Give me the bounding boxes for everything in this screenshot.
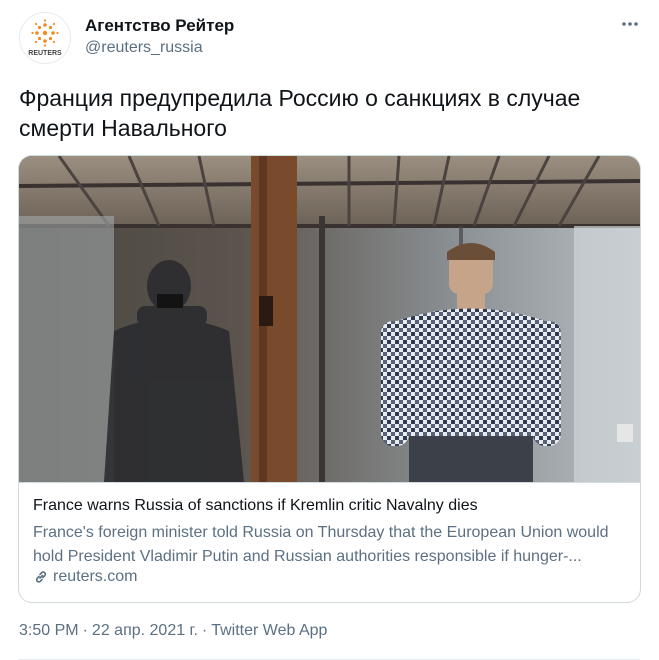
avatar[interactable]: REUTERS <box>19 12 71 64</box>
avatar-logo-text: REUTERS <box>28 50 62 57</box>
card-domain-text[interactable]: reuters.com <box>53 568 137 586</box>
tweet-date[interactable]: 22 апр. 2021 г. <box>92 622 198 639</box>
author-handle[interactable]: @reuters_russia <box>85 39 203 57</box>
meta-separator-2: · <box>201 622 208 639</box>
tweet-time[interactable]: 3:50 PM <box>19 622 79 639</box>
link-icon <box>33 569 49 585</box>
tweet-meta: 3:50 PM · 22 апр. 2021 г. · Twitter Web App <box>19 622 327 640</box>
card-domain[interactable]: reuters.com <box>33 568 137 586</box>
more-options-icon[interactable] <box>615 12 647 36</box>
card-image[interactable] <box>19 156 640 483</box>
tweet-text: Франция предупредила Россию о санкциях в… <box>19 85 581 141</box>
tweet: REUTERS Агентство Рейтер @reuters_russia… <box>0 0 659 660</box>
reuters-logo-icon: REUTERS <box>28 19 62 57</box>
card-description: France's foreign minister told Russia on… <box>33 524 609 565</box>
author-name[interactable]: Агентство Рейтер <box>85 16 234 36</box>
meta-separator: · <box>82 622 88 639</box>
courtroom-photo <box>19 156 640 482</box>
card-title[interactable]: France warns Russia of sanctions if Krem… <box>33 497 478 515</box>
tweet-source[interactable]: Twitter Web App <box>211 622 327 639</box>
link-card[interactable]: France warns Russia of sanctions if Krem… <box>18 155 641 603</box>
